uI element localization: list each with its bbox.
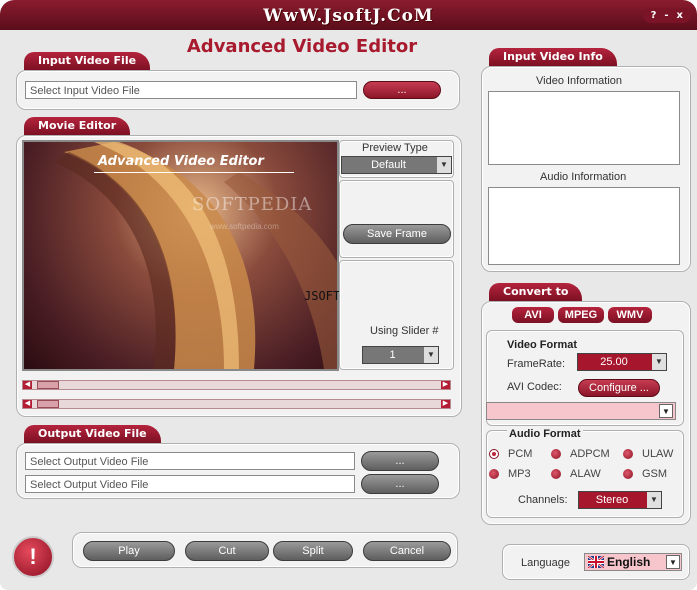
audio-information-label: Audio Information — [540, 171, 627, 183]
watermark-text: SOFTPEDIA — [192, 194, 313, 215]
channels-select[interactable]: Stereo ▼ — [578, 491, 662, 509]
start-slider[interactable]: ◀ ▶ — [22, 380, 451, 390]
format-tab-mpeg[interactable]: MPEG — [558, 307, 604, 323]
browse-output-button-2[interactable]: ... — [361, 474, 439, 494]
save-frame-button[interactable]: Save Frame — [343, 224, 451, 244]
split-button[interactable]: Split — [273, 541, 353, 561]
output-video-field-2[interactable]: Select Output Video File — [25, 475, 355, 493]
radio-gsm[interactable] — [623, 469, 633, 479]
radio-pcm[interactable] — [489, 449, 499, 459]
channels-value: Stereo — [595, 494, 629, 506]
slider-left-arrow-icon[interactable]: ◀ — [23, 381, 32, 389]
audio-information-box — [488, 187, 680, 265]
uk-flag-icon — [588, 556, 604, 568]
site-title: WwW.JsoftJ.CoM — [263, 6, 434, 26]
tab-input-video-file: Input Video File — [24, 52, 151, 70]
slider-thumb[interactable] — [37, 381, 59, 389]
end-slider[interactable]: ◀ ▶ — [22, 399, 451, 409]
language-value: English — [607, 555, 651, 569]
audio-format-heading: Audio Format — [507, 428, 583, 440]
slider-number-value: 1 — [389, 349, 396, 361]
configure-codec-button[interactable]: Configure ... — [578, 379, 660, 397]
action-bar: Play Cut Split Cancel — [72, 532, 458, 568]
avi-codec-label: AVI Codec: — [507, 381, 562, 393]
preview-title-underline — [94, 172, 294, 173]
input-info-panel: Video Information Audio Information — [481, 66, 691, 272]
framerate-label: FrameRate: — [507, 358, 566, 370]
radio-label-adpcm: ADPCM — [570, 448, 610, 460]
cut-button[interactable]: Cut — [185, 541, 269, 561]
framerate-select[interactable]: 25.00 ▼ — [577, 353, 667, 371]
radio-label-alaw: ALAW — [570, 468, 601, 480]
preview-type-value: Default — [371, 159, 406, 171]
slider-thumb[interactable] — [37, 400, 59, 408]
format-tab-avi[interactable]: AVI — [512, 307, 554, 323]
language-select[interactable]: English ▼ — [584, 553, 682, 571]
input-video-field[interactable]: Select Input Video File — [25, 81, 357, 99]
play-button[interactable]: Play — [83, 541, 175, 561]
tab-input-video-info: Input Video Info — [489, 48, 617, 66]
film-reel-image — [54, 142, 337, 369]
radio-ulaw[interactable] — [623, 449, 633, 459]
minimize-button[interactable]: - — [664, 10, 668, 21]
chevron-down-icon: ▼ — [659, 404, 673, 418]
chevron-down-icon: ▼ — [437, 157, 451, 173]
video-preview: Advanced Video Editor SOFTPEDIA www.soft… — [22, 140, 339, 371]
app-window: WwW.JsoftJ.CoM ? - x Advanced Video Edit… — [0, 0, 697, 590]
codec-select[interactable]: ▼ — [486, 402, 676, 420]
framerate-value: 25.00 — [600, 356, 628, 368]
alert-icon[interactable]: ! — [12, 536, 54, 578]
title-bar: WwW.JsoftJ.CoM ? - x — [0, 0, 697, 30]
radio-mp3[interactable] — [489, 469, 499, 479]
tab-movie-editor: Movie Editor — [24, 117, 131, 135]
preview-type-label: Preview Type — [362, 142, 428, 154]
chevron-down-icon: ▼ — [424, 347, 438, 363]
output-video-field-1[interactable]: Select Output Video File — [25, 452, 355, 470]
tab-output-video-file: Output Video File — [24, 425, 161, 443]
slider-right-arrow-icon[interactable]: ▶ — [441, 400, 450, 408]
format-tab-wmv[interactable]: WMV — [608, 307, 652, 323]
cancel-button[interactable]: Cancel — [363, 541, 451, 561]
browse-input-button[interactable]: ... — [363, 81, 441, 99]
video-format-heading: Video Format — [507, 339, 578, 351]
radio-label-pcm: PCM — [508, 448, 533, 460]
slider-right-arrow-icon[interactable]: ▶ — [441, 381, 450, 389]
close-button[interactable]: x — [677, 10, 683, 21]
using-slider-label: Using Slider # — [370, 325, 439, 337]
help-button[interactable]: ? — [651, 10, 657, 21]
radio-label-mp3: MP3 — [508, 468, 531, 480]
window-controls: ? - x — [642, 8, 691, 23]
browse-output-button-1[interactable]: ... — [361, 451, 439, 471]
output-video-panel: Select Output Video File ... Select Outp… — [16, 443, 460, 499]
radio-label-ulaw: ULAW — [642, 448, 674, 460]
language-label: Language — [521, 557, 570, 569]
radio-alaw[interactable] — [551, 469, 561, 479]
radio-label-gsm: GSM — [642, 468, 668, 480]
preview-title: Advanced Video Editor — [98, 154, 264, 169]
preview-type-select[interactable]: Default ▼ — [341, 156, 452, 174]
slider-number-select[interactable]: 1 ▼ — [362, 346, 439, 364]
video-information-label: Video Information — [536, 75, 623, 87]
slider-left-arrow-icon[interactable]: ◀ — [23, 400, 32, 408]
chevron-down-icon: ▼ — [647, 492, 661, 508]
watermark-url: www.softpedia.com — [210, 222, 279, 231]
chevron-down-icon: ▼ — [652, 354, 666, 370]
radio-adpcm[interactable] — [551, 449, 561, 459]
channels-label: Channels: — [518, 494, 568, 506]
input-video-panel: Select Input Video File ... — [16, 70, 460, 110]
tab-convert-to: Convert to — [489, 283, 583, 301]
chevron-down-icon: ▼ — [666, 555, 680, 569]
save-frame-panel: Save Frame — [339, 180, 454, 258]
video-information-box — [488, 91, 680, 165]
